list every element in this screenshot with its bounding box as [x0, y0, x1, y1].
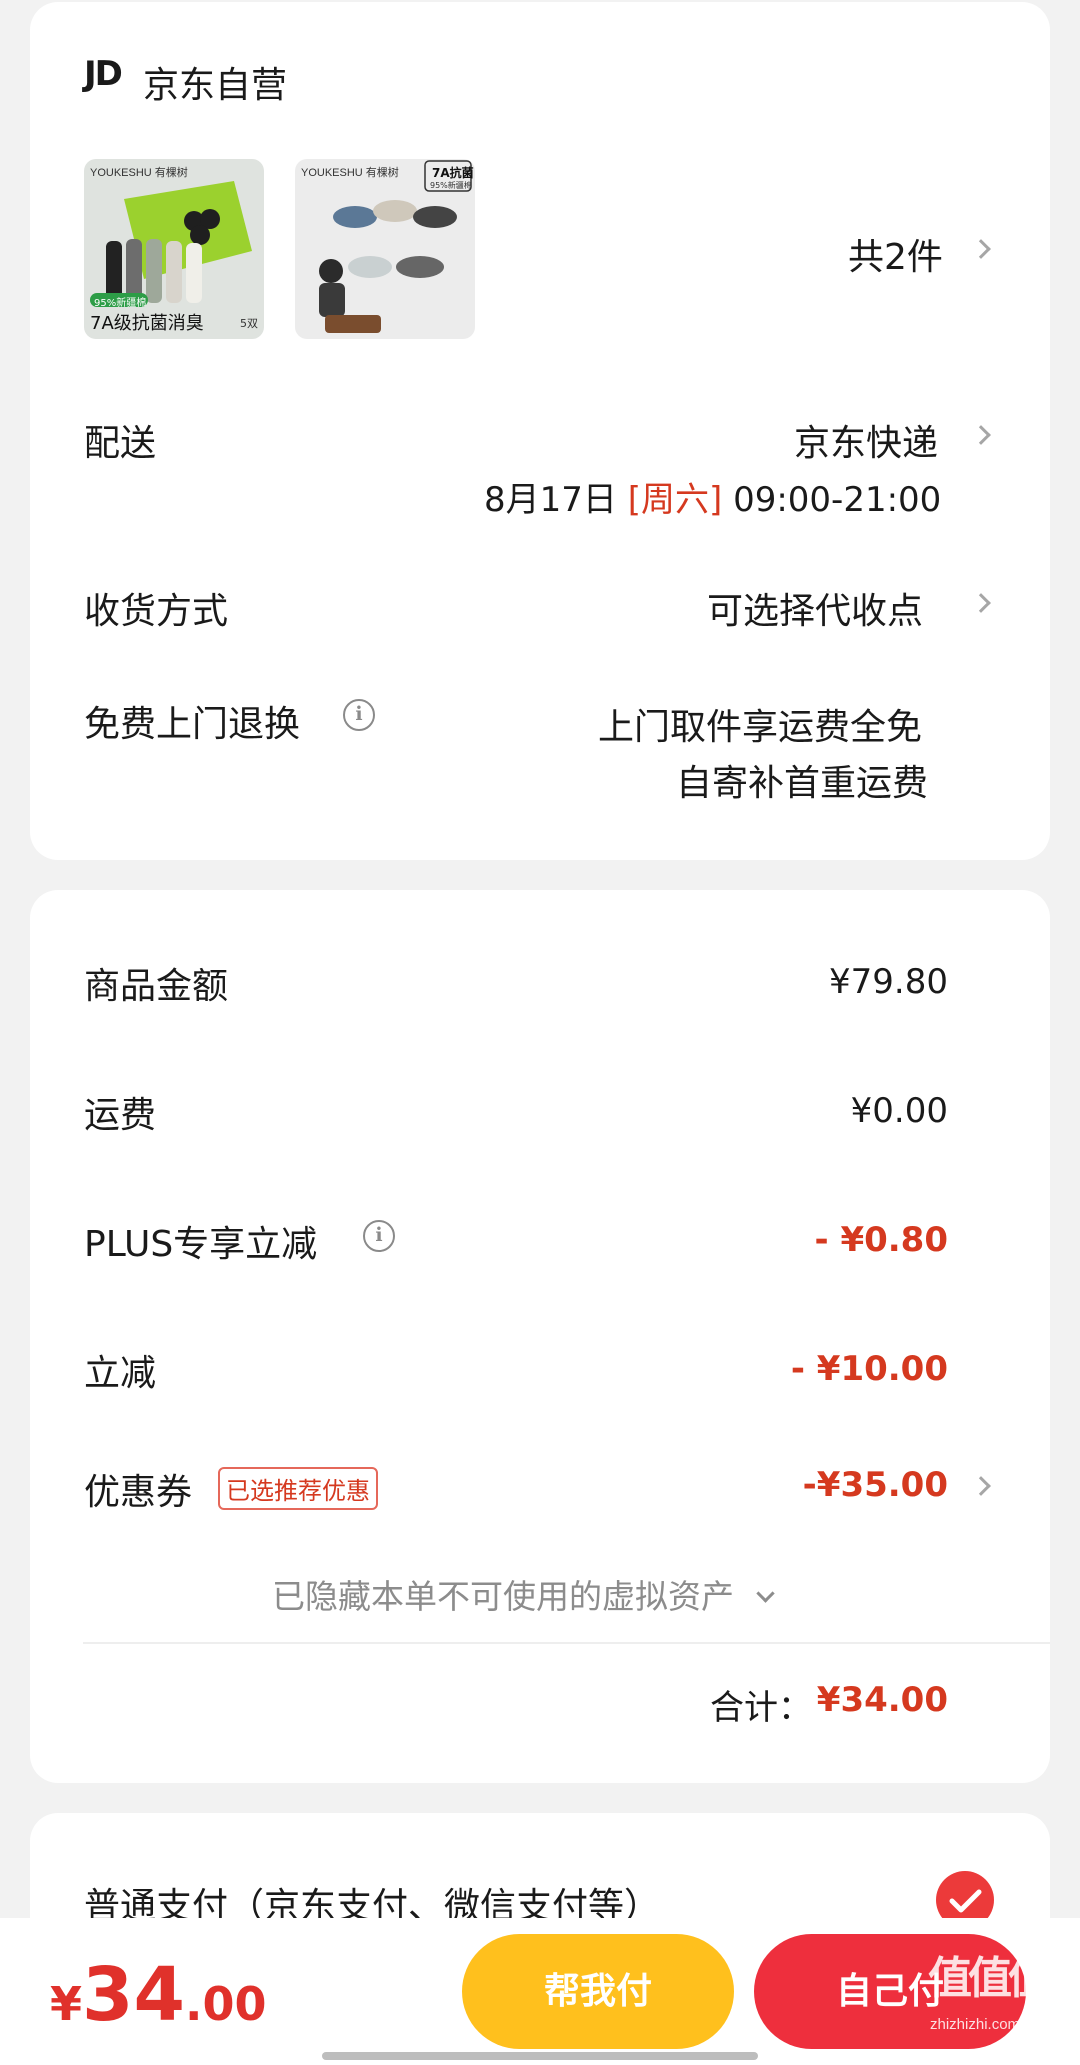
free-return-label: 免费上门退换: [84, 704, 301, 745]
delivery-hours: 09:00-21:00: [733, 480, 942, 520]
bottom-action-bar: ¥34.00 帮我付 自己付 值值值 zhizhizhi.com: [0, 1918, 1080, 2065]
help-me-pay-button[interactable]: 帮我付: [462, 1934, 734, 2049]
product-badge: 95%新疆棉: [94, 298, 147, 309]
plus-discount-value: - ¥0.80: [814, 1220, 949, 1260]
hidden-assets-toggle[interactable]: 已隐藏本单不可使用的虚拟资产: [272, 1570, 775, 1618]
delivery-label: 配送: [84, 423, 157, 464]
pay-amount: ¥34.00: [50, 1952, 267, 2038]
coupon-value[interactable]: -¥35.00: [803, 1465, 948, 1505]
instant-discount-value: - ¥10.00: [790, 1349, 948, 1389]
jd-logo: JD: [84, 54, 123, 94]
product-count[interactable]: 共2件: [848, 228, 943, 280]
price-card: 商品金额 ¥79.80 运费 ¥0.00 PLUS专享立减 i - ¥0.80 …: [30, 890, 1050, 1783]
receive-method-label: 收货方式: [84, 591, 229, 632]
product-thumbnail-2[interactable]: YOUKESHU 有棵树 7A抗菌 95%新疆棉: [295, 159, 475, 339]
pay-currency: ¥: [50, 1977, 83, 2031]
delivery-date: 8月17日: [484, 480, 617, 520]
product-badge-1: 7A抗菌: [432, 166, 474, 180]
chevron-down-icon: [755, 1584, 775, 1603]
total-label: 合计：: [710, 1688, 812, 1728]
watermark-site: zhizhizhi.com: [930, 2016, 1021, 2033]
chevron-right-icon[interactable]: [971, 1476, 991, 1496]
shipping-label: 运费: [84, 1095, 157, 1136]
chevron-right-icon[interactable]: [971, 593, 991, 613]
info-icon[interactable]: i: [343, 699, 375, 731]
product-pairs: 5双: [240, 317, 258, 330]
instant-discount-label: 立减: [84, 1353, 157, 1394]
pay-amount-dec: .00: [185, 1977, 267, 2031]
pay-amount-int: 34: [82, 1952, 185, 2038]
delivery-weekday: [周六]: [627, 480, 723, 520]
total-value: ¥34.00: [816, 1680, 948, 1720]
return-note-1: 上门取件享运费全免: [598, 707, 923, 748]
coupon-selected-tag: 已选推荐优惠: [218, 1467, 378, 1510]
info-icon[interactable]: i: [363, 1220, 395, 1252]
goods-amount-value: ¥79.80: [829, 962, 948, 1002]
hidden-assets-text: 已隐藏本单不可使用的虚拟资产: [272, 1577, 734, 1616]
delivery-time: 8月17日 [周六] 09:00-21:00: [484, 472, 941, 521]
delivery-carrier[interactable]: 京东快递: [794, 414, 938, 466]
product-badge-2: 95%新疆棉: [430, 181, 472, 190]
product-caption: 7A级抗菌消臭: [90, 313, 204, 334]
shop-name: 京东自营: [143, 65, 288, 106]
plus-discount-label: PLUS专享立减: [84, 1224, 318, 1265]
coupon-label: 优惠券: [84, 1472, 193, 1513]
divider: [83, 1642, 1050, 1644]
chevron-right-icon[interactable]: [971, 239, 991, 259]
order-card: JD 京东自营 YOUKESHU 有棵树 95%新疆棉 7A级抗菌消臭 5双 Y…: [30, 2, 1050, 860]
chevron-right-icon[interactable]: [971, 425, 991, 445]
receive-method-value[interactable]: 可选择代收点: [707, 582, 923, 634]
watermark-mark: 值值值: [928, 1954, 1052, 2003]
product-thumbnail-1[interactable]: YOUKESHU 有棵树 95%新疆棉 7A级抗菌消臭 5双: [84, 159, 264, 339]
goods-amount-label: 商品金额: [84, 966, 229, 1007]
home-indicator: [322, 2052, 758, 2060]
return-note-2: 自寄补首重运费: [676, 763, 929, 804]
shipping-value: ¥0.00: [850, 1091, 948, 1131]
